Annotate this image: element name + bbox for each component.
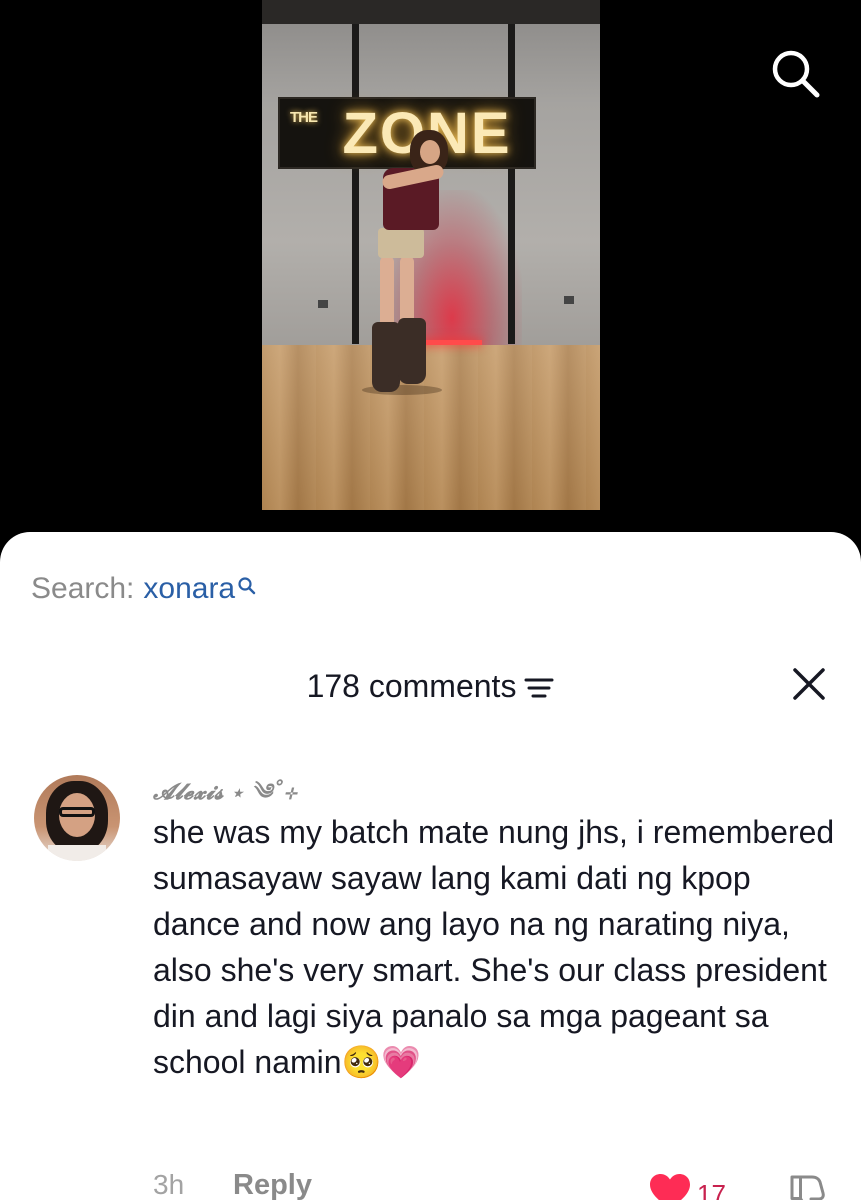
heart-icon[interactable] (649, 1173, 691, 1200)
dancer-boot (372, 322, 400, 392)
comments-header: 178 comments (0, 666, 861, 706)
small-search-icon[interactable] (237, 570, 257, 604)
dancer-shorts (378, 228, 424, 258)
video-floor-shade (262, 345, 600, 510)
avatar-top (48, 845, 106, 861)
video-pole-left (352, 24, 359, 344)
video-pole-right (508, 24, 515, 344)
comment-emoji: 🥺💗 (341, 1043, 422, 1081)
comments-sheet: Search: xonara 178 comments 𝓐𝓵𝓮𝔁𝓲𝓼 ⋆ ༄˚⊹… (0, 532, 861, 1200)
search-icon[interactable] (768, 46, 822, 100)
thumbs-down-icon[interactable] (786, 1171, 828, 1200)
sort-filter-icon[interactable] (524, 670, 554, 707)
comment-time: 3h (153, 1169, 185, 1200)
avatar-glasses (59, 807, 95, 817)
dancer-leg (380, 256, 394, 328)
wall-outlet (564, 296, 574, 304)
search-suggestion-label: Search: (31, 572, 135, 605)
search-suggestion[interactable]: Search: xonara (31, 572, 257, 606)
close-icon[interactable] (791, 666, 827, 702)
video-area[interactable]: THE ZONE (0, 0, 861, 560)
dancer-boot (398, 318, 426, 384)
like-count: 17 (697, 1179, 726, 1200)
video-ceiling (262, 0, 600, 24)
comments-title: 178 comments (0, 666, 861, 707)
dancer-face (420, 140, 440, 164)
zone-sign: THE ZONE (278, 97, 536, 169)
video-frame[interactable]: THE ZONE (262, 0, 600, 510)
reply-button[interactable]: Reply (233, 1169, 312, 1200)
comments-count: 178 comments (306, 668, 517, 704)
avatar[interactable] (34, 775, 120, 861)
comment-text: she was my batch mate nung jhs, i rememb… (153, 809, 843, 1085)
search-suggestion-term[interactable]: xonara (143, 572, 235, 606)
sign-text-small: THE (290, 109, 318, 126)
comment-body: she was my batch mate nung jhs, i rememb… (153, 814, 835, 1080)
wall-outlet (318, 300, 328, 308)
